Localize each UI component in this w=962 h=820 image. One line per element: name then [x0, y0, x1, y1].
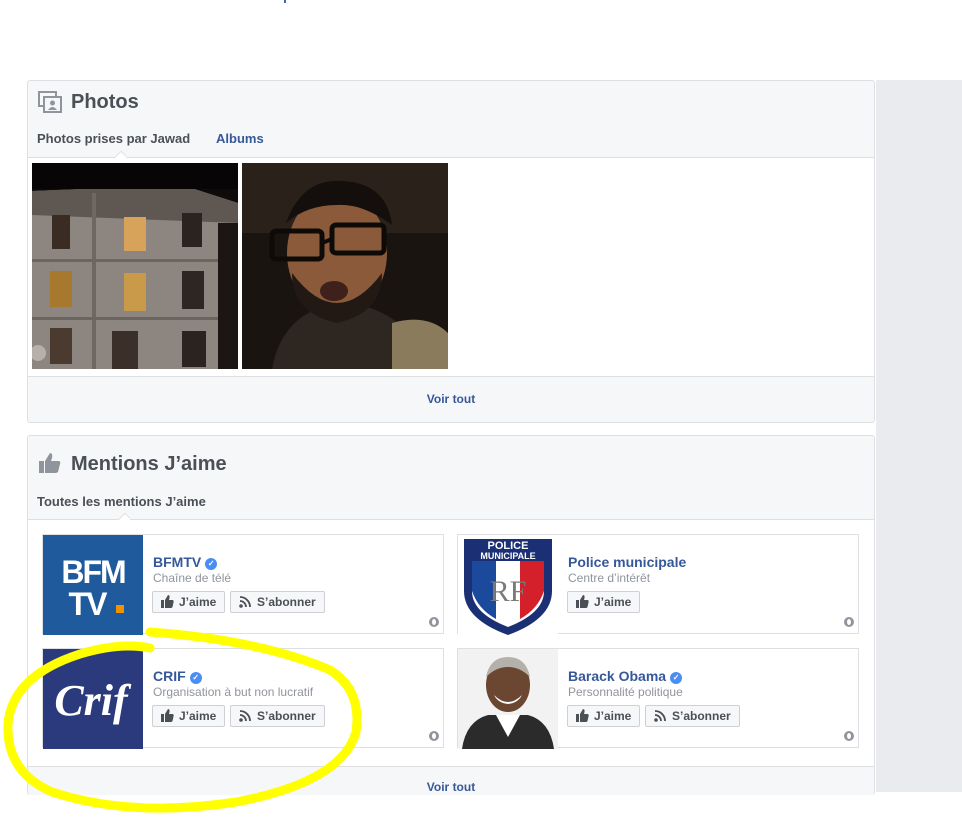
svg-text:MUNICIPALE: MUNICIPALE	[480, 551, 535, 561]
thumbs-up-icon	[576, 595, 589, 608]
thumbs-up-icon	[576, 709, 589, 722]
photos-title: Photos	[71, 91, 139, 113]
top-fragment	[284, 0, 286, 3]
svg-text:RF: RF	[490, 575, 527, 608]
globe-icon	[429, 617, 439, 627]
globe-icon	[844, 617, 854, 627]
like-button[interactable]: J’aime	[567, 591, 641, 613]
like-item-police-municipale: POLICE MUNICIPALE RF Police municipale C…	[457, 534, 859, 635]
barack-obama-photo[interactable]	[458, 649, 558, 749]
verified-badge-icon: ✓	[205, 558, 218, 570]
verified-badge-icon: ✓	[670, 672, 683, 684]
like-category: Personnalité politique	[568, 685, 683, 699]
police-municipale-logo[interactable]: POLICE MUNICIPALE RF	[458, 535, 558, 635]
likes-title: Mentions J’aime	[71, 453, 227, 475]
globe-icon	[844, 731, 854, 741]
thumbs-up-icon	[161, 595, 174, 608]
likes-grid: BFM TV BFMTV ✓ Chaîne de télé J’aime S’ab…	[28, 520, 874, 767]
right-column-gutter	[876, 80, 962, 792]
like-item-bfmtv: BFM TV BFMTV ✓ Chaîne de télé J’aime S’ab…	[42, 534, 444, 635]
thumbs-up-icon	[39, 453, 61, 473]
photos-section: Photos Photos prises par Jawad Albums Vo…	[27, 80, 875, 423]
photo-building[interactable]	[32, 163, 238, 369]
photos-header: Photos Photos prises par Jawad Albums	[28, 81, 874, 158]
follow-button[interactable]: S’abonner	[230, 591, 325, 613]
like-item-crif: Crif CRIF ✓ Organisation à but non lucrat…	[42, 648, 444, 749]
active-tab-caret	[114, 151, 126, 158]
photos-icon	[38, 91, 62, 113]
like-item-barack-obama: Barack Obama ✓ Personnalité politique J’a…	[457, 648, 859, 749]
like-name-crif[interactable]: CRIF ✓	[153, 668, 202, 684]
svg-text:BFM: BFM	[61, 554, 125, 590]
rss-icon	[654, 710, 666, 722]
like-category: Organisation à but non lucratif	[153, 685, 314, 699]
like-category: Chaîne de télé	[153, 571, 232, 585]
like-name-bfmtv[interactable]: BFMTV ✓	[153, 554, 218, 570]
likes-header: Mentions J’aime Toutes les mentions J’ai…	[28, 436, 874, 520]
likes-see-all-link[interactable]: Voir tout	[28, 780, 874, 794]
globe-icon	[429, 731, 439, 741]
like-category: Centre d’intérêt	[568, 571, 651, 585]
photos-see-all-link[interactable]: Voir tout	[28, 392, 874, 406]
tab-albums[interactable]: Albums	[216, 131, 264, 146]
tab-photos-by-jawad[interactable]: Photos prises par Jawad	[37, 131, 190, 146]
likes-section: Mentions J’aime Toutes les mentions J’ai…	[27, 435, 875, 795]
photo-portrait[interactable]	[242, 163, 448, 369]
crif-logo[interactable]: Crif	[43, 649, 143, 749]
rss-icon	[239, 596, 251, 608]
tab-all-likes[interactable]: Toutes les mentions J’aime	[37, 494, 206, 509]
like-name-barack-obama[interactable]: Barack Obama ✓	[568, 668, 683, 684]
active-tab-caret	[118, 513, 130, 520]
like-button[interactable]: J’aime	[567, 705, 641, 727]
photos-grid	[28, 158, 874, 377]
like-button[interactable]: J’aime	[152, 705, 226, 727]
follow-button[interactable]: S’abonner	[230, 705, 325, 727]
rss-icon	[239, 710, 251, 722]
follow-button[interactable]: S’abonner	[645, 705, 740, 727]
like-button[interactable]: J’aime	[152, 591, 226, 613]
svg-text:TV: TV	[69, 586, 109, 622]
like-name-police-municipale[interactable]: Police municipale	[568, 554, 686, 570]
bfmtv-logo[interactable]: BFM TV	[43, 535, 143, 635]
verified-badge-icon: ✓	[189, 672, 202, 684]
svg-text:Crif: Crif	[54, 676, 132, 725]
thumbs-up-icon	[161, 709, 174, 722]
